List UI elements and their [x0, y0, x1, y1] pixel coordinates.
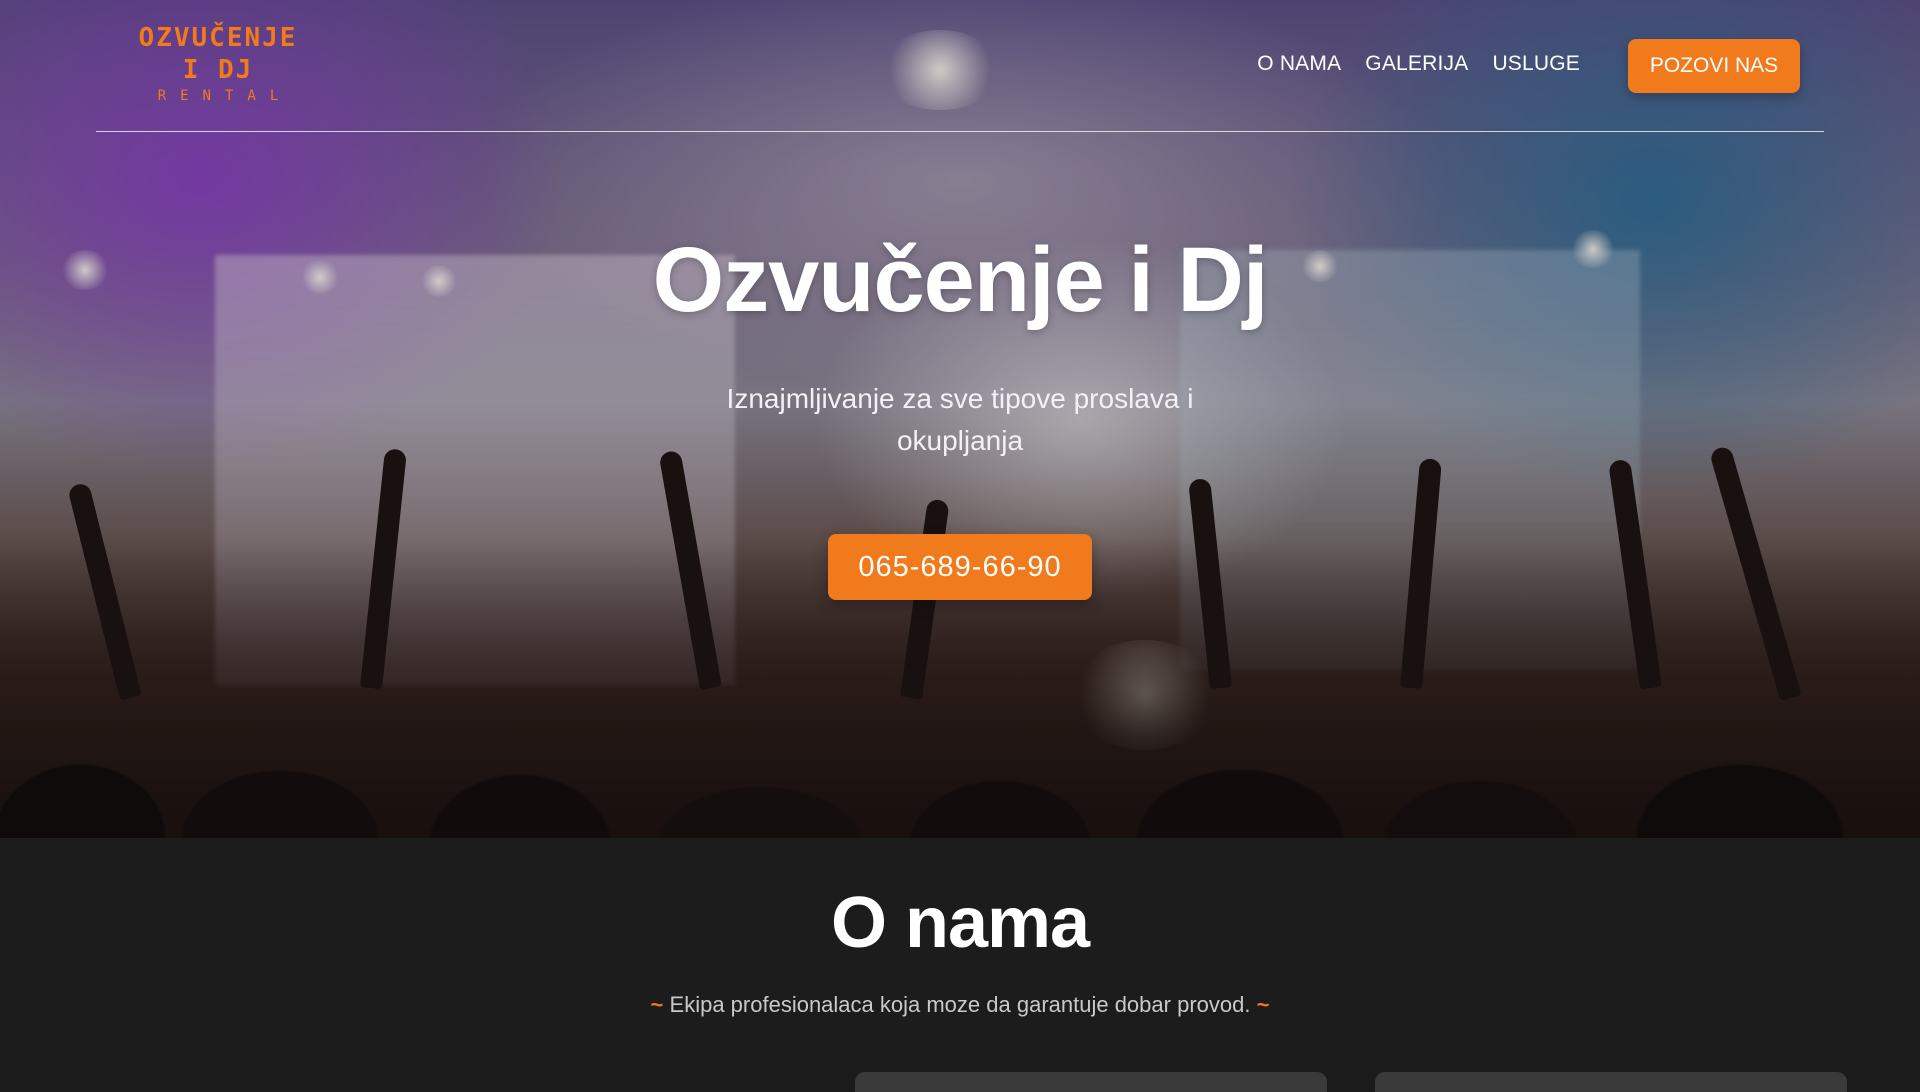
hero-title: Ozvučenje i Dj [652, 229, 1269, 331]
about-tagline-row: ~ Ekipa profesionalaca koja moze da gara… [0, 992, 1920, 1018]
main-nav: O NAMA GALERIJA USLUGE [1257, 52, 1580, 76]
logo-line-1: OZVUČENJE [138, 23, 298, 53]
nav-link-usluge[interactable]: USLUGE [1492, 52, 1580, 76]
tilde-left: ~ [650, 992, 664, 1017]
call-us-button[interactable]: POZOVI NAS [1628, 39, 1800, 93]
hero-section: OZVUČENJE I DJ RENTAL O NAMA GALERIJA US… [0, 0, 1920, 838]
about-card [855, 1072, 1327, 1092]
nav-link-o-nama[interactable]: O NAMA [1257, 52, 1341, 76]
tilde-right: ~ [1256, 992, 1270, 1017]
about-card [1375, 1072, 1847, 1092]
nav-link-galerija[interactable]: GALERIJA [1365, 52, 1468, 76]
about-title: O nama [830, 883, 1090, 963]
about-section: O nama ~ Ekipa profesionalaca koja moze … [0, 838, 1920, 1092]
logo-line-2: I DJ [182, 55, 254, 85]
about-tagline: Ekipa profesionalaca koja moze da garant… [669, 992, 1251, 1017]
logo-subtitle: RENTAL [157, 88, 293, 104]
site-logo[interactable]: OZVUČENJE I DJ RENTAL [118, 22, 318, 106]
nav-divider [96, 131, 1824, 132]
hero-subtitle: Iznajmljivanje za sve tipove proslava i … [726, 383, 1194, 456]
phone-call-button[interactable]: 065-689-66-90 [828, 534, 1092, 600]
